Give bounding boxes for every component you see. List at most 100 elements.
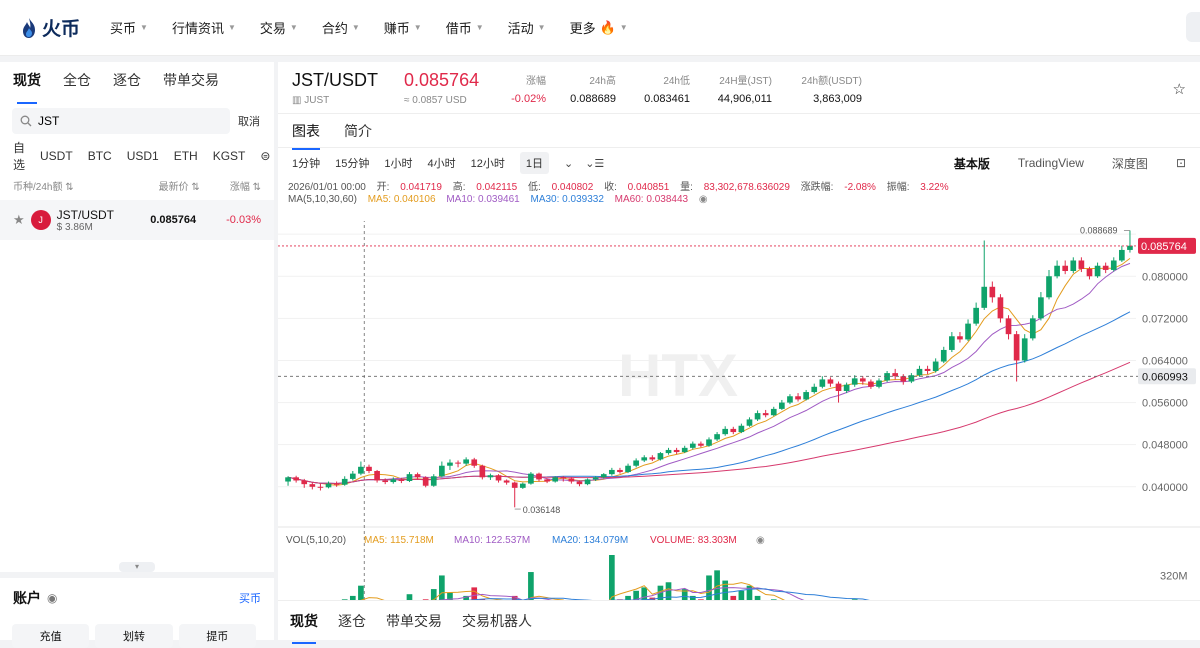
side-handle[interactable] — [1186, 12, 1200, 42]
nav-item-2[interactable]: 交易 ▼ — [260, 18, 298, 37]
col-change[interactable]: 涨幅 ⇅ — [230, 178, 261, 193]
eye-icon[interactable]: ◉ — [47, 591, 57, 605]
search-box[interactable] — [12, 108, 230, 134]
chart-view-1[interactable]: TradingView — [1018, 156, 1084, 170]
tab-order-0[interactable]: 现货 — [290, 611, 318, 644]
candle-body — [722, 428, 729, 435]
volume-bar — [528, 572, 534, 601]
volume-info: VOLUME: 83.303M — [650, 535, 737, 546]
indicators-icon[interactable]: ⌄☰ — [585, 157, 604, 170]
candle-body — [536, 473, 542, 480]
tab-quote-4[interactable]: ETH — [174, 149, 198, 163]
tab-quote-3[interactable]: USD1 — [127, 149, 159, 163]
chart-view-0[interactable]: 基本版 — [954, 155, 990, 172]
nav-label: 买币 — [110, 21, 137, 36]
tab-quote-1[interactable]: USDT — [40, 149, 73, 163]
brand-name: 火币 — [42, 19, 81, 40]
screenshot-icon[interactable]: ⊡ — [1176, 156, 1186, 170]
tab-market-3[interactable]: 带单交易 — [163, 70, 219, 96]
nav-item-0[interactable]: 买币 ▼ — [110, 18, 148, 37]
candle-body — [770, 408, 777, 416]
chevron-down-icon: ▼ — [475, 23, 484, 32]
candle-body — [528, 473, 534, 484]
withdraw-button[interactable]: 提币 — [178, 624, 256, 648]
price-axis-label: 0.072000 — [1142, 313, 1188, 325]
nav-item-3[interactable]: 合约 ▼ — [322, 18, 360, 37]
collapse-handle[interactable]: ▾ — [119, 562, 155, 572]
volume-bar — [665, 582, 672, 601]
candle-body — [835, 383, 842, 391]
row-volume: $ 3.86M — [56, 221, 93, 233]
candle-body — [309, 484, 316, 487]
tab-market-2[interactable]: 逐仓 — [113, 70, 141, 96]
candle-body — [495, 475, 502, 481]
timeframe-1[interactable]: 15分钟 — [335, 155, 369, 171]
tab-chart[interactable]: 图表 — [292, 121, 320, 150]
search-input[interactable] — [38, 114, 208, 128]
tab-order-3[interactable]: 交易机器人 — [462, 611, 532, 631]
search-cancel-button[interactable]: 取消 — [238, 113, 260, 129]
timeframe-4[interactable]: 12小时 — [471, 155, 505, 171]
candle-body — [1046, 276, 1052, 298]
pair-symbol[interactable]: JST/USDT — [292, 70, 378, 91]
candle-body — [754, 413, 761, 420]
candle-body — [1013, 334, 1020, 361]
timeframe-0[interactable]: 1分钟 — [292, 155, 320, 171]
volume-bar — [439, 575, 445, 601]
candle-body — [1094, 265, 1101, 277]
candle-body — [301, 480, 308, 485]
nav-item-1[interactable]: 行情资讯 ▼ — [172, 18, 236, 37]
candle-body — [738, 425, 745, 433]
chevron-down-icon[interactable]: ⌄ — [564, 157, 573, 170]
candle-body — [884, 373, 890, 381]
tab-quote-0[interactable]: 自选 — [13, 139, 25, 173]
candle-body — [989, 286, 996, 298]
tab-quote-2[interactable]: BTC — [88, 149, 112, 163]
candle-body — [787, 396, 793, 403]
candle-body — [981, 286, 988, 308]
timeframe-3[interactable]: 4小时 — [428, 155, 456, 171]
nav-label: 赚币 — [383, 21, 410, 36]
nav-item-5[interactable]: 借币 ▼ — [446, 18, 484, 37]
transfer-button[interactable]: 划转 — [95, 624, 173, 648]
candle-body — [932, 361, 939, 371]
fire-icon: 🔥 — [599, 19, 616, 35]
candlestick-chart[interactable]: HTX 0.085764 0.060993 0.080000 0.072000 0.064… — [278, 221, 1200, 601]
tab-intro[interactable]: 简介 — [344, 121, 372, 141]
nav-item-4[interactable]: 赚币 ▼ — [384, 18, 422, 37]
tab-order-1[interactable]: 逐仓 — [338, 611, 366, 631]
candle-body — [519, 483, 526, 488]
candle-body — [973, 307, 979, 324]
favorite-star-icon[interactable]: ☆ — [1173, 80, 1186, 98]
price-axis-label: 0.080000 — [1142, 271, 1188, 283]
nav-item-6[interactable]: 活动 ▼ — [508, 18, 546, 37]
candle-body — [471, 459, 478, 466]
volume-info: MA20: 134.079M — [552, 535, 628, 546]
eye-icon[interactable]: ◉ — [699, 194, 708, 205]
chart-view-2[interactable]: 深度图 — [1112, 155, 1148, 172]
tab-market-0[interactable]: 现货 — [13, 70, 41, 104]
volume-info: MA5: 115.718M — [364, 535, 434, 546]
last-price: 0.085764 — [404, 70, 480, 90]
tab-market-1[interactable]: 全仓 — [63, 70, 91, 96]
brand-logo[interactable]: 火币 — [20, 14, 100, 41]
tab-order-2[interactable]: 带单交易 — [386, 611, 442, 631]
favorite-star-icon[interactable]: ★ — [13, 212, 25, 228]
col-pair-volume[interactable]: 币种/24h额 ⇅ — [13, 178, 74, 193]
timeframe-5[interactable]: 1日 — [519, 152, 549, 174]
candle-body — [916, 368, 923, 376]
deposit-button[interactable]: 充值 — [12, 624, 90, 648]
col-last-price[interactable]: 最新价 ⇅ — [159, 178, 200, 193]
more-quotes-icon[interactable]: ⊜ — [260, 149, 270, 163]
buy-crypto-link[interactable]: 买币 — [239, 590, 261, 606]
candle-body — [746, 419, 753, 426]
candle-body — [641, 457, 648, 461]
candle-body — [811, 386, 818, 393]
volume-axis-label: 320M — [1160, 570, 1188, 582]
nav-item-7[interactable]: 更多 🔥 ▼ — [570, 18, 628, 37]
candle-body — [576, 481, 583, 485]
tab-quote-5[interactable]: KGST — [213, 149, 246, 163]
market-row-jst-usdt[interactable]: ★ J JST/USDT $ 3.86M 0.085764 -0.03% — [0, 200, 274, 240]
timeframe-2[interactable]: 1小时 — [384, 155, 412, 171]
candle-body — [1078, 260, 1085, 269]
